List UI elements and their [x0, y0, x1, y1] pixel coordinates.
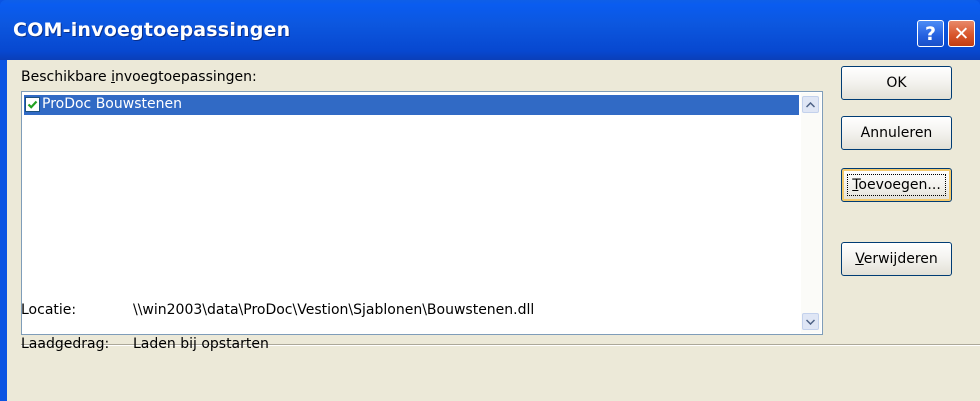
ok-button-label: OK: [886, 75, 907, 91]
chevron-down-icon: [806, 318, 815, 325]
dialog-body: Beschikbare invoegtoepassingen: ProDoc B…: [7, 60, 980, 401]
addins-listbox[interactable]: ProDoc Bouwstenen: [21, 91, 823, 335]
load-behavior-label: Laadgedrag:: [21, 336, 110, 352]
scroll-down-button[interactable]: [802, 313, 819, 330]
checkmark-icon: [27, 100, 38, 109]
location-label: Locatie:: [21, 302, 77, 318]
load-behavior-value: Laden bij opstarten: [133, 336, 269, 352]
help-icon: ?: [924, 22, 937, 45]
scroll-up-button[interactable]: [802, 96, 819, 113]
window-title: COM-invoegtoepassingen: [13, 19, 291, 41]
addin-checkbox[interactable]: [25, 97, 40, 112]
cancel-button-label: Annuleren: [860, 125, 933, 141]
remove-button-label: Verwijderen: [855, 251, 938, 267]
help-button[interactable]: ?: [917, 20, 944, 47]
close-button[interactable]: ✕: [948, 20, 975, 47]
cancel-button[interactable]: Annuleren: [841, 116, 952, 150]
dialog-window: COM-invoegtoepassingen ? ✕ Beschikbare i…: [0, 0, 980, 401]
close-icon: ✕: [953, 22, 970, 45]
add-button[interactable]: Toevoegen...: [841, 168, 952, 202]
list-item[interactable]: ProDoc Bouwstenen: [24, 95, 799, 115]
chevron-up-icon: [806, 101, 815, 108]
vertical-scrollbar[interactable]: [801, 93, 821, 333]
list-item-label: ProDoc Bouwstenen: [42, 96, 182, 112]
add-button-label: Toevoegen...: [847, 174, 946, 196]
addins-list-label: Beschikbare invoegtoepassingen:: [21, 69, 257, 85]
title-bar[interactable]: COM-invoegtoepassingen ? ✕: [0, 0, 980, 60]
remove-button[interactable]: Verwijderen: [841, 242, 952, 276]
ok-button[interactable]: OK: [841, 66, 952, 100]
location-value: \\win2003\data\ProDoc\Vestion\Sjablonen\…: [133, 302, 535, 318]
